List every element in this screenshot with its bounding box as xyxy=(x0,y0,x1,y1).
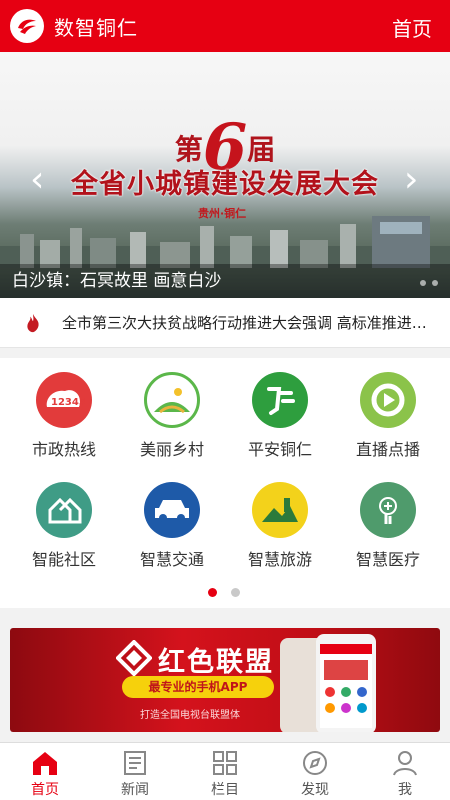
tab-me[interactable]: 我 xyxy=(360,743,450,800)
svg-text:12345: 12345 xyxy=(51,397,85,408)
service-label: 市政热线 xyxy=(31,440,96,459)
flame-icon xyxy=(27,313,39,332)
pager-dot-active[interactable] xyxy=(208,588,217,597)
service-travel[interactable]: 智慧旅游 xyxy=(224,482,336,570)
safety-icon xyxy=(252,372,308,428)
tab-home[interactable]: 首页 xyxy=(0,743,90,800)
news-icon xyxy=(124,751,146,775)
bottom-tab-bar: 首页 新闻 栏目 发现 我 xyxy=(0,742,450,800)
service-hotline[interactable]: 12345 市政热线 xyxy=(8,372,120,460)
banner-indicator xyxy=(420,280,438,286)
car-icon xyxy=(144,482,200,538)
home-link[interactable]: 首页 xyxy=(392,13,432,42)
village-icon xyxy=(144,372,200,428)
ad-title: 红色联盟 xyxy=(158,647,274,678)
service-live[interactable]: 直播点播 xyxy=(332,372,444,460)
tab-label: 首页 xyxy=(31,782,59,798)
ticker-headline[interactable]: 全市第三次大扶贫战略行动推进大会强调 高标准推进… xyxy=(62,312,442,333)
hotline-icon: 12345 xyxy=(36,372,92,428)
banner-prev-arrow-icon[interactable]: ‹ xyxy=(30,162,48,198)
service-village[interactable]: 美丽乡村 xyxy=(116,372,228,460)
tab-label: 栏目 xyxy=(211,782,239,798)
phone-image xyxy=(280,634,376,732)
medical-icon xyxy=(360,482,416,538)
tab-label: 发现 xyxy=(301,782,329,798)
banner-dot xyxy=(420,280,426,286)
city-skyline xyxy=(0,216,450,268)
tab-columns[interactable]: 栏目 xyxy=(180,743,270,800)
live-icon xyxy=(360,372,416,428)
home-icon xyxy=(33,752,57,775)
alliance-logo-icon xyxy=(116,640,152,676)
news-ticker[interactable]: 全市第三次大扶贫战略行动推进大会强调 高标准推进… xyxy=(0,298,450,348)
user-icon xyxy=(393,751,417,776)
columns-icon xyxy=(213,751,237,775)
service-label: 直播点播 xyxy=(355,440,420,459)
service-label: 平安铜仁 xyxy=(247,440,312,459)
tab-label: 我 xyxy=(398,782,412,798)
tab-label: 新闻 xyxy=(121,782,149,798)
service-traffic[interactable]: 智慧交通 xyxy=(116,482,228,570)
compass-icon xyxy=(303,751,327,775)
service-medical[interactable]: 智慧医疗 xyxy=(332,482,444,570)
banner-dot xyxy=(432,280,438,286)
service-label: 智能社区 xyxy=(31,550,96,569)
app-logo-icon xyxy=(10,9,44,43)
banner-carousel[interactable]: 第6届 全省小城镇建设发展大会 贵州·铜仁 ‹ › 白沙镇：石冥故里 画意白沙 xyxy=(0,52,450,298)
banner-caption: 白沙镇：石冥故里 画意白沙 xyxy=(0,264,450,298)
ad-pill: 最专业的手机APP xyxy=(122,676,274,698)
community-icon xyxy=(36,482,92,538)
app-title: 数智铜仁 xyxy=(54,15,138,40)
service-label: 智慧交通 xyxy=(139,550,204,569)
service-community[interactable]: 智能社区 xyxy=(8,482,120,570)
banner-next-arrow-icon[interactable]: › xyxy=(404,162,422,198)
grid-pager xyxy=(208,588,240,597)
service-label: 智慧旅游 xyxy=(247,550,312,569)
travel-icon xyxy=(252,482,308,538)
service-label: 美丽乡村 xyxy=(139,440,204,459)
ad-subtitle: 打造全国电视台联盟体 xyxy=(140,710,240,721)
banner-headline: 全省小城镇建设发展大会 xyxy=(71,169,379,200)
ad-banner[interactable]: 红色联盟 最专业的手机APP 打造全国电视台联盟体 xyxy=(10,628,440,732)
pager-dot[interactable] xyxy=(231,588,240,597)
top-bar: 数智铜仁 首页 xyxy=(0,0,450,52)
service-label: 智慧医疗 xyxy=(355,550,420,569)
tab-news[interactable]: 新闻 xyxy=(90,743,180,800)
service-safety[interactable]: 平安铜仁 xyxy=(224,372,336,460)
tab-discover[interactable]: 发现 xyxy=(270,743,360,800)
service-grid: 12345 市政热线 美丽乡村 平安铜仁 直播点播 智能社区 智慧交通 智慧旅游… xyxy=(0,358,450,608)
